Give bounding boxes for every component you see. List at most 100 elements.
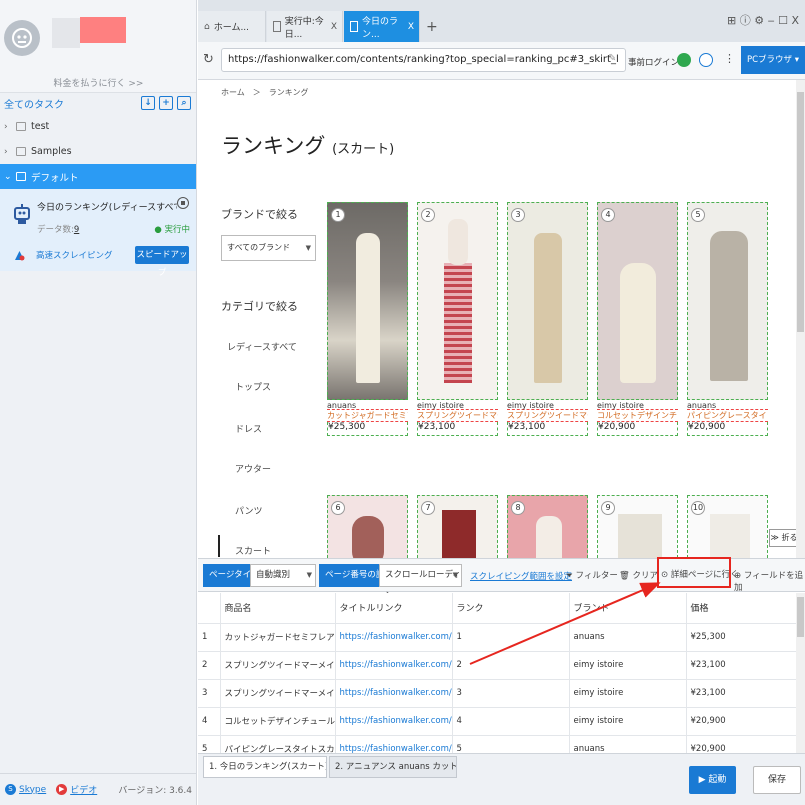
folder-samples[interactable]: › Samples <box>0 139 196 164</box>
breadcrumb[interactable]: ホーム ＞ ランキング <box>221 87 309 98</box>
new-tab-icon[interactable]: + <box>426 19 438 35</box>
product-image[interactable]: 2 <box>417 202 498 400</box>
pc-browser-button[interactable]: PCブラウザ ▾ <box>741 46 805 74</box>
scrollbar-thumb[interactable] <box>797 597 804 637</box>
column-header[interactable]: ランク <box>452 593 570 624</box>
product-card[interactable]: 9 <box>597 495 678 558</box>
cell-price[interactable]: ¥20,900 <box>686 707 796 736</box>
column-header[interactable]: タイトルリンク <box>335 593 453 624</box>
product-card[interactable]: 8 <box>507 495 588 558</box>
product-image[interactable]: 4 <box>597 202 678 400</box>
bottom-tab-2[interactable]: 2. アニュアンス anuans カットジ... <box>329 756 457 778</box>
scrape-range-link[interactable]: スクレイピング範囲を設定 <box>470 570 572 582</box>
column-header[interactable]: 商品名 <box>220 593 336 624</box>
import-icon[interactable]: ↓ <box>141 96 155 110</box>
category-item[interactable]: ドレス <box>235 422 262 435</box>
stop-task-icon[interactable] <box>177 197 189 209</box>
close-tab-icon[interactable]: X <box>331 22 337 32</box>
fold-button[interactable]: ≫ 折る <box>769 529 796 547</box>
speed-up-button[interactable]: スピードアップ <box>135 246 189 278</box>
more-menu-icon[interactable]: ⋮ <box>724 52 735 65</box>
product-image[interactable]: 1 <box>327 202 408 400</box>
cell-price[interactable]: ¥25,300 <box>686 623 796 652</box>
table-row[interactable]: 1 カットジャガードセミフレアスカ... https://fashionwalk… <box>198 623 796 652</box>
folder-default[interactable]: ⌄ デフォルト <box>0 164 196 189</box>
tab-home[interactable]: ⌂ ホーム... <box>198 11 266 42</box>
column-header[interactable]: ブランド <box>569 593 687 624</box>
all-tasks-label[interactable]: 全てのタスク <box>4 96 64 111</box>
table-row[interactable]: 5 パイピングレースタイトスカ... https://fashionwalker… <box>198 735 796 753</box>
cell-rank[interactable]: 4 <box>452 707 570 736</box>
product-image[interactable]: 7 <box>417 495 498 558</box>
table-row[interactable]: 2 スプリングツイードマーメイドス... https://fashionwalk… <box>198 651 796 680</box>
cell-brand[interactable]: anuans <box>569 623 687 652</box>
product-card[interactable]: 2 eimy istoire スプリングツイードマーメ ¥23,100 <box>417 202 498 436</box>
product-card[interactable]: 5 anuans パイピングレースタイトス ¥20,900 <box>687 202 768 436</box>
reload-icon[interactable]: ↻ <box>203 52 214 67</box>
product-card[interactable]: 6 <box>327 495 408 558</box>
grid-scrollbar[interactable] <box>796 593 805 753</box>
avatar[interactable] <box>4 20 40 56</box>
product-image[interactable]: 9 <box>597 495 678 558</box>
category-item[interactable]: アウター <box>235 462 271 475</box>
cell-rank[interactable]: 2 <box>452 651 570 680</box>
product-card[interactable]: 3 eimy istoire スプリングツイードマーメ ¥23,100 <box>507 202 588 436</box>
scrollbar-thumb[interactable] <box>797 92 804 332</box>
product-card[interactable]: 10 <box>687 495 768 558</box>
product-image[interactable]: 10 <box>687 495 768 558</box>
category-item[interactable]: レディースすべて <box>227 340 297 353</box>
bottom-tab-1[interactable]: 1. 今日のランキング(スカート)-... <box>203 756 327 778</box>
new-task-icon[interactable]: + <box>159 96 173 110</box>
upgrade-link[interactable]: 料金を払うに行く >> <box>0 76 197 89</box>
close-tab-icon[interactable]: X <box>408 22 414 32</box>
cell-title-link[interactable]: https://fashionwalker.com/commod... <box>335 735 453 753</box>
table-row[interactable]: 3 スプリングツイードマーメイドス... https://fashionwalk… <box>198 679 796 708</box>
table-row[interactable]: 4 コルセットデザインチュールボリ... https://fashionwalk… <box>198 707 796 736</box>
product-name[interactable]: スプリングツイードマーメ <box>417 410 498 422</box>
cell-product-name[interactable]: スプリングツイードマーメイドス... <box>220 651 336 680</box>
video-link[interactable]: ビデオ <box>70 783 97 796</box>
add-field-button[interactable]: ⊕ フィールドを追加 <box>734 569 805 593</box>
column-header[interactable]: 価格 <box>686 593 796 624</box>
start-button[interactable]: ▶ 起動 <box>689 766 736 794</box>
category-item[interactable]: トップス <box>235 380 271 393</box>
cell-title-link[interactable]: https://fashionwalker.com/commod... <box>335 707 453 736</box>
data-count-value[interactable]: 9 <box>74 225 79 235</box>
page-type-select[interactable]: 自動識別 <box>250 564 316 587</box>
cell-title-link[interactable]: https://fashionwalker.com/commod... <box>335 679 453 708</box>
cell-brand[interactable]: anuans <box>569 735 687 753</box>
product-image[interactable]: 5 <box>687 202 768 400</box>
product-card[interactable]: 4 eimy istoire コルセットデザインチュー ¥20,900 <box>597 202 678 436</box>
product-name[interactable]: コルセットデザインチュー <box>597 410 678 422</box>
product-card[interactable]: 1 anuans カットジャガードセミフレ ¥25,300 <box>327 202 408 436</box>
cell-product-name[interactable]: カットジャガードセミフレアスカ... <box>220 623 336 652</box>
extension-green-icon[interactable] <box>677 53 691 67</box>
product-name[interactable]: カットジャガードセミフレ <box>327 410 408 422</box>
cell-price[interactable]: ¥23,100 <box>686 679 796 708</box>
cell-price[interactable]: ¥23,100 <box>686 651 796 680</box>
folder-test[interactable]: › test <box>0 114 196 139</box>
cell-rank[interactable]: 1 <box>452 623 570 652</box>
cell-price[interactable]: ¥20,900 <box>686 735 796 753</box>
window-controls[interactable]: ⊞ ⓘ ⚙ ‒ ☐ X <box>727 12 799 28</box>
page-number-select[interactable]: スクロールローディン <box>379 564 462 601</box>
edit-url-icon[interactable]: ✎ <box>608 53 616 64</box>
prelogin-button[interactable]: 事前ログイン <box>628 56 679 68</box>
category-item-active[interactable]: スカート <box>235 544 271 557</box>
cell-brand[interactable]: eimy istoire <box>569 651 687 680</box>
cell-title-link[interactable]: https://fashionwalker.com/commod... <box>335 651 453 680</box>
page-scrollbar[interactable] <box>796 80 805 558</box>
filter-button[interactable]: ⏷ フィルター <box>566 569 618 581</box>
search-task-icon[interactable]: ⌕ <box>177 96 191 110</box>
product-card[interactable]: 7 <box>417 495 498 558</box>
cell-title-link[interactable]: https://fashionwalker.com/commod... <box>335 623 453 652</box>
product-name[interactable]: パイピングレースタイトス <box>687 410 768 422</box>
tab-ranking[interactable]: 今日のラン... X <box>344 11 420 42</box>
cell-rank[interactable]: 5 <box>452 735 570 753</box>
cell-brand[interactable]: eimy istoire <box>569 707 687 736</box>
tab-running[interactable]: 実行中:今日... X <box>267 11 343 42</box>
product-image[interactable]: 3 <box>507 202 588 400</box>
cell-product-name[interactable]: パイピングレースタイトスカ... <box>220 735 336 753</box>
cell-product-name[interactable]: コルセットデザインチュールボリ... <box>220 707 336 736</box>
product-name[interactable]: スプリングツイードマーメ <box>507 410 588 422</box>
